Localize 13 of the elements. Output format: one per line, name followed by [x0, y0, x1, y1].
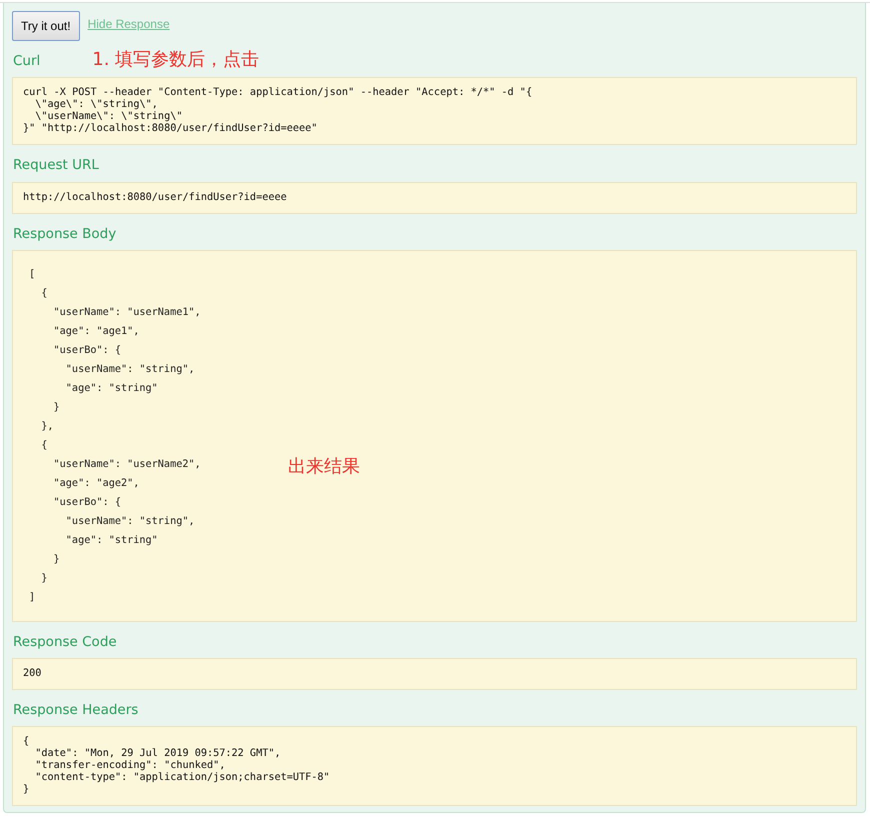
code-block: http://localhost:8080/user/findUser?id=eeee — [12, 182, 857, 214]
section-title: Response Code — [13, 632, 117, 652]
annotation-text: 出来结果 — [288, 456, 360, 476]
annotation-text: 1. 填写参数后，点击 — [92, 48, 260, 72]
section-title: Response Headers — [13, 701, 138, 720]
section-title: Curl — [13, 52, 40, 71]
section-title: Response Body — [13, 224, 116, 244]
code-block: { "date": "Mon, 29 Jul 2019 09:57:22 GMT", "transfer-encoding": "chunked", "content-type": "application/json;charset=UTF-8" } — [12, 726, 857, 806]
try-it-out-button[interactable]: Try it out! — [12, 11, 80, 41]
section-title: Request URL — [13, 156, 99, 176]
code-block: curl -X POST --header "Content-Type: application/json" --header "Accept: */*" -d "{ \"age\": \"string\", \"userName\": \"string\" }" "http://localhost:8080/user/findUser?id=eeee" — [12, 77, 857, 146]
response-json-text: [ { "userName": "userName1", "age": "age1", "userBo": { "userName": "string", "age": "string" } }, { "userName": "userName2", "age": "age2", "userBo": { "userName": "string", "age": "string" } } ] — [29, 268, 201, 603]
code-block: 200 — [12, 658, 857, 690]
